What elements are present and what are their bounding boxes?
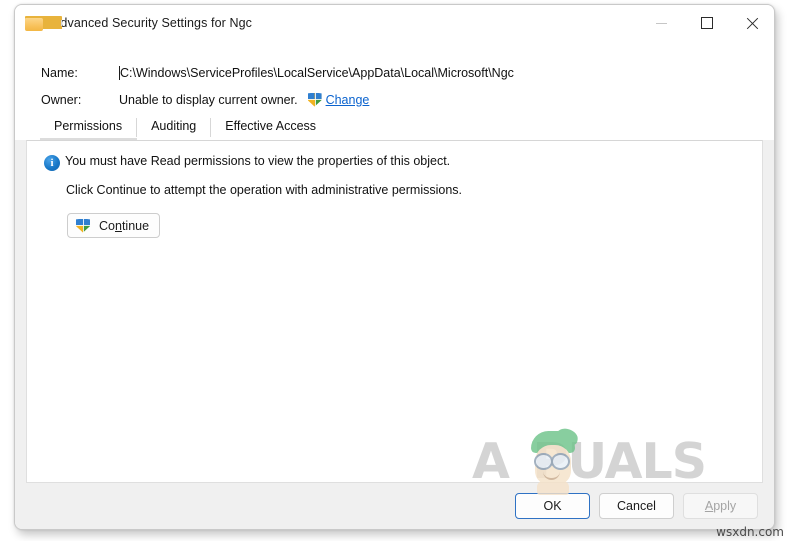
- cancel-button[interactable]: Cancel: [599, 493, 674, 519]
- tab-effective-access-label: Effective Access: [225, 119, 317, 133]
- continue-button[interactable]: Continue: [67, 213, 161, 238]
- ok-button-label: OK: [543, 499, 562, 513]
- name-value: C:\Windows\ServiceProfiles\LocalService\…: [120, 65, 514, 80]
- tab-auditing-label: Auditing: [151, 119, 197, 133]
- tab-auditing[interactable]: Auditing: [137, 114, 212, 140]
- permission-warning-text: You must have Read permissions to view t…: [65, 154, 451, 168]
- permission-warning-row: i You must have Read permissions to view…: [27, 141, 762, 171]
- name-row: Name: C:\Windows\ServiceProfiles\LocalSe…: [15, 59, 774, 86]
- name-label: Name:: [41, 65, 78, 80]
- continue-button-label: Continue: [99, 218, 150, 233]
- advanced-security-settings-dialog: Advanced Security Settings for Ngc Name:: [14, 4, 775, 530]
- close-icon: [746, 17, 758, 29]
- name-value-wrap[interactable]: C:\Windows\ServiceProfiles\LocalService\…: [119, 65, 514, 80]
- maximize-icon: [700, 17, 713, 29]
- info-icon: i: [44, 155, 60, 171]
- close-button[interactable]: [729, 5, 774, 41]
- owner-label: Owner:: [41, 92, 82, 107]
- page-backdrop: Advanced Security Settings for Ngc Name:: [0, 0, 788, 541]
- header-info-area: Name: C:\Windows\ServiceProfiles\LocalSe…: [15, 41, 774, 113]
- uac-shield-icon: [307, 92, 322, 107]
- change-owner-link[interactable]: Change: [326, 93, 370, 107]
- owner-row: Owner: Unable to display current owner. …: [15, 86, 774, 113]
- tab-strip: Permissions Auditing Effective Access: [15, 113, 774, 140]
- uac-shield-icon-continue: [76, 218, 90, 233]
- title-bar: Advanced Security Settings for Ngc: [15, 5, 774, 41]
- apply-button[interactable]: Apply: [683, 493, 758, 519]
- apply-button-label: Apply: [704, 499, 737, 513]
- maximize-button[interactable]: [684, 5, 729, 41]
- owner-value: Unable to display current owner.: [119, 92, 298, 107]
- window-controls: [639, 5, 774, 41]
- cancel-button-label: Cancel: [617, 499, 656, 513]
- window-title: Advanced Security Settings for Ngc: [52, 16, 253, 30]
- owner-value-wrap: Unable to display current owner. Change: [119, 92, 370, 107]
- tab-permissions[interactable]: Permissions: [40, 114, 138, 140]
- title-bar-left: Advanced Security Settings for Ngc: [15, 15, 639, 31]
- permissions-content-panel: i You must have Read permissions to view…: [26, 140, 763, 483]
- continue-button-wrap: Continue: [27, 197, 762, 238]
- source-caption: wsxdn.com: [716, 525, 784, 539]
- tab-effective-access[interactable]: Effective Access: [211, 114, 332, 140]
- ok-button[interactable]: OK: [515, 493, 590, 519]
- minimize-icon: [656, 22, 667, 24]
- tab-permissions-label: Permissions: [54, 119, 123, 133]
- folder-icon: [25, 15, 62, 31]
- continue-instruction-text: Click Continue to attempt the operation …: [66, 183, 463, 197]
- minimize-button[interactable]: [639, 5, 684, 41]
- dialog-footer: OK Cancel Apply: [15, 483, 774, 529]
